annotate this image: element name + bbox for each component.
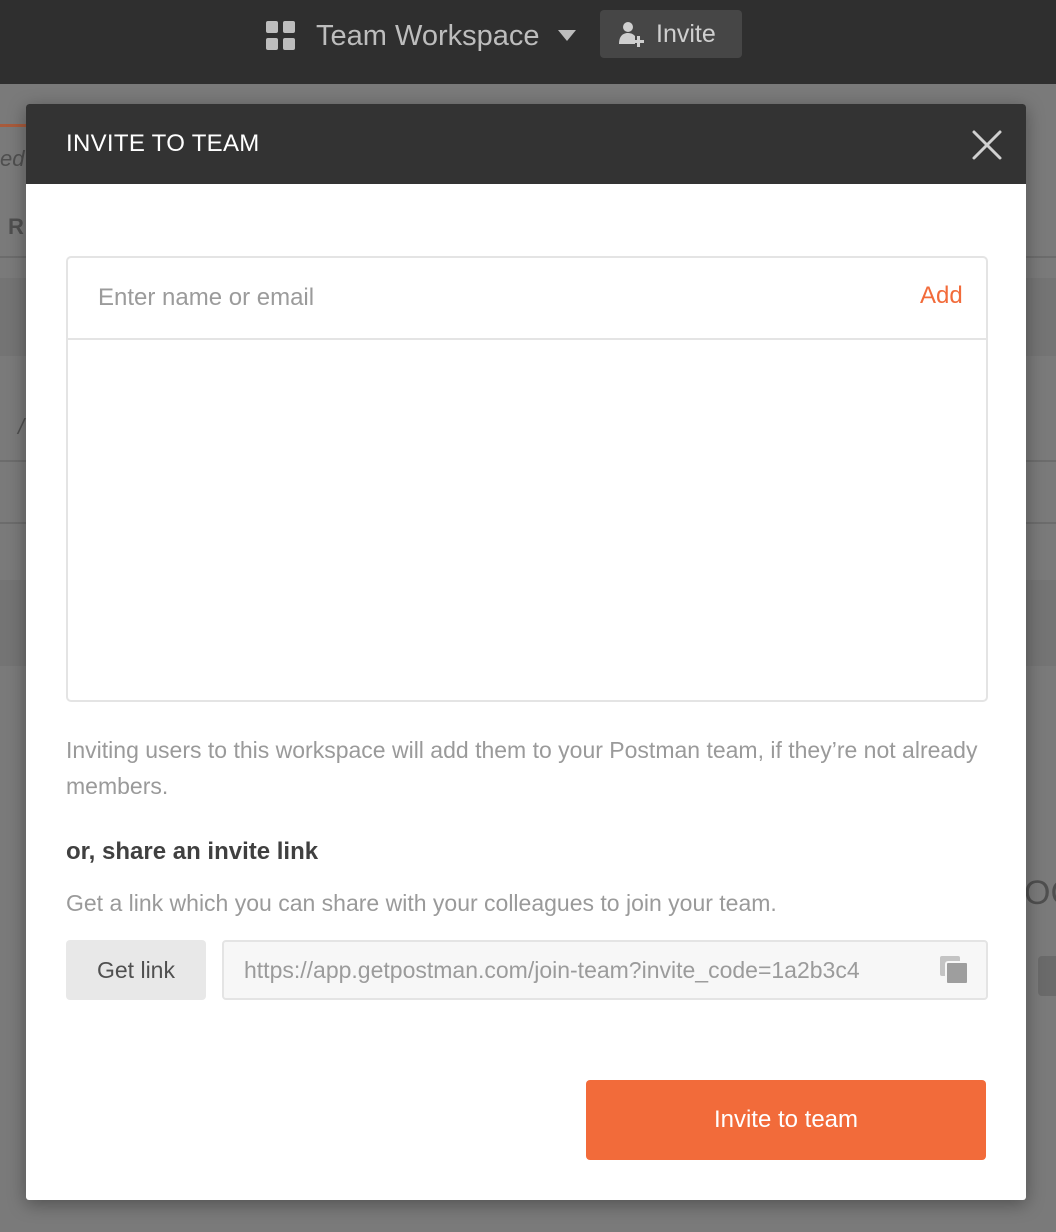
share-link-description: Get a link which you can share with your… <box>66 890 777 916</box>
invitee-box: Add <box>66 256 988 702</box>
modal-header: INVITE TO TEAM <box>26 104 1026 184</box>
invitee-list <box>68 340 986 700</box>
modal-title: INVITE TO TEAM <box>66 130 260 157</box>
background-text-fragment: / <box>18 414 25 439</box>
invite-link-input[interactable] <box>224 942 934 998</box>
get-link-button[interactable]: Get link <box>66 940 206 1000</box>
share-link-heading: or, share an invite link <box>66 838 319 865</box>
app-top-bar: Team Workspace Invite <box>0 0 1056 84</box>
background-text-fragment: R <box>8 214 24 239</box>
invite-to-team-modal: INVITE TO TEAM Add Inviting users to thi… <box>26 104 1026 1200</box>
invite-button[interactable]: Invite <box>600 10 742 58</box>
workspace-name: Team Workspace <box>316 19 540 52</box>
invite-to-team-button[interactable]: Invite to team <box>586 1080 986 1160</box>
copy-link-button[interactable] <box>940 956 970 986</box>
invite-button-label: Invite <box>656 19 716 48</box>
invite-notice: Inviting users to this workspace will ad… <box>66 737 978 799</box>
workspace-switcher[interactable]: Team Workspace <box>266 18 576 54</box>
copy-icon <box>940 956 969 985</box>
invite-link-field <box>222 940 988 1000</box>
close-button[interactable] <box>970 128 1004 162</box>
add-person-icon <box>619 22 644 47</box>
name-or-email-input[interactable] <box>68 258 918 338</box>
background-text-fragment: OC <box>1024 874 1056 912</box>
background-text-fragment: ed <box>0 146 25 171</box>
close-icon <box>972 130 1002 160</box>
add-button[interactable]: Add <box>920 282 963 310</box>
background-button <box>1038 956 1056 996</box>
chevron-down-icon <box>557 30 576 41</box>
grid-icon <box>266 21 295 50</box>
